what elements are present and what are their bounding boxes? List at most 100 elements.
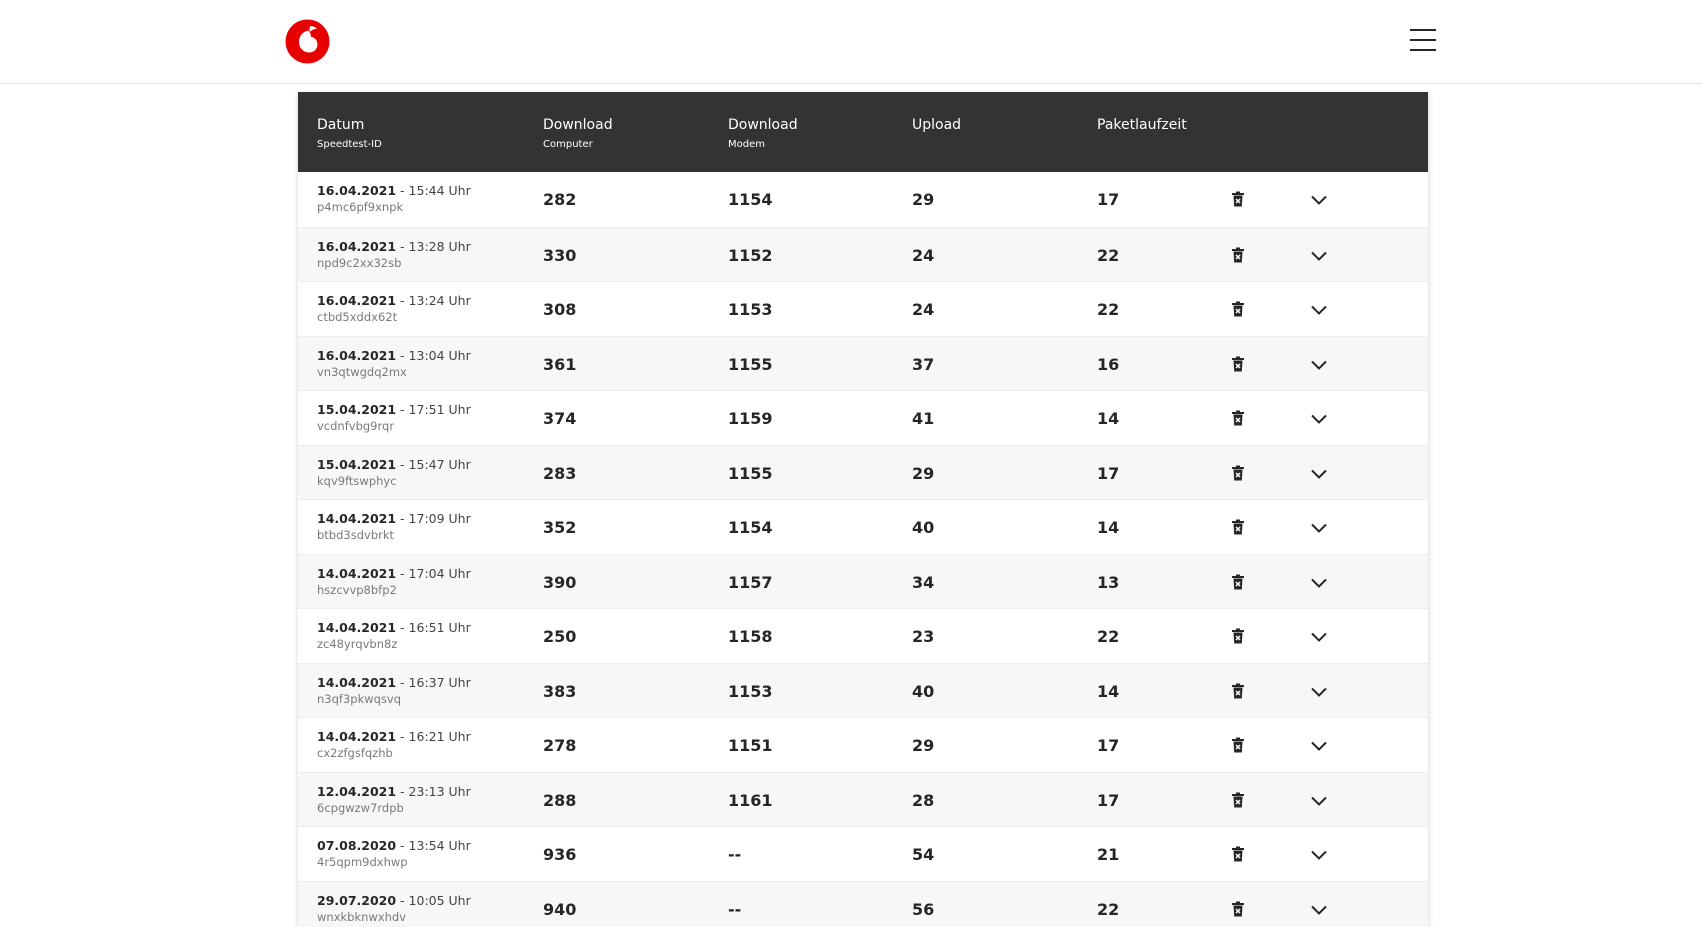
test-time: - 16:51 Uhr bbox=[396, 620, 471, 635]
table-row[interactable]: 14.04.2021 - 17:04 Uhr hszcvvp8bfp2 390 115… bbox=[298, 553, 1428, 608]
table-row[interactable]: 14.04.2021 - 16:51 Uhr zc48yrqvbn8z 250 115… bbox=[298, 608, 1428, 663]
trash-icon[interactable] bbox=[1231, 737, 1245, 753]
chevron-down-icon[interactable] bbox=[1311, 850, 1327, 860]
test-date: 15.04.2021 bbox=[317, 456, 397, 472]
column-subtitle: Modem bbox=[728, 139, 765, 150]
column-title: Paketlaufzeit bbox=[1097, 117, 1187, 133]
table-row[interactable]: 16.04.2021 - 13:24 Uhr ctbd5xddx62t 308 115… bbox=[298, 281, 1428, 336]
download-modem-value: 1155 bbox=[728, 354, 773, 374]
table-row[interactable]: 14.04.2021 - 16:37 Uhr n3qf3pkwqsvq 383 115… bbox=[298, 662, 1428, 717]
table-row[interactable]: 29.07.2020 - 10:05 Uhr wnxkbknwxhdv 940 -- 5… bbox=[298, 880, 1428, 927]
trash-icon[interactable] bbox=[1231, 465, 1245, 481]
date-time: 14.04.2021 - 16:21 Uhr bbox=[317, 728, 471, 745]
vodafone-logo[interactable] bbox=[285, 19, 330, 64]
test-date: 16.04.2021 bbox=[317, 183, 397, 198]
test-time: - 10:05 Uhr bbox=[396, 892, 471, 908]
speedtest-id: cx2zfgsfqzhb bbox=[317, 746, 393, 760]
download-modem-value: 1153 bbox=[728, 300, 773, 319]
upload-value: 28 bbox=[912, 790, 935, 810]
download-modem-value: -- bbox=[728, 899, 742, 919]
table-row[interactable]: 07.08.2020 - 13:54 Uhr 4r5qpm9dxhwp 936 -- 5… bbox=[298, 826, 1428, 881]
table-row[interactable]: 16.04.2021 - 13:04 Uhr vn3qtwgdq2mx 361 115… bbox=[298, 335, 1428, 390]
table-row[interactable]: 16.04.2021 - 15:44 Uhr p4mc6pf9xnpk 282 115… bbox=[298, 172, 1428, 227]
speedtest-id: 6cpgwzw7rdpb bbox=[317, 800, 404, 815]
chevron-down-icon[interactable] bbox=[1311, 414, 1327, 424]
trash-icon[interactable] bbox=[1231, 574, 1245, 590]
chevron-down-icon[interactable] bbox=[1311, 195, 1327, 205]
test-date: 14.04.2021 bbox=[317, 620, 397, 635]
date-cell: 16.04.2021 - 13:28 Uhr npd9c2xx32sb bbox=[317, 238, 471, 272]
chevron-down-icon[interactable] bbox=[1311, 360, 1327, 370]
speedtest-id: n3qf3pkwqsvq bbox=[317, 691, 402, 706]
chevron-down-icon[interactable] bbox=[1311, 905, 1327, 915]
table-row[interactable]: 15.04.2021 - 15:47 Uhr kqv9ftswphyc 283 115… bbox=[298, 444, 1428, 499]
column-header-datum: Datum Speedtest-ID bbox=[317, 116, 382, 151]
chevron-down-icon[interactable] bbox=[1311, 251, 1327, 261]
test-date: 14.04.2021 bbox=[317, 674, 397, 690]
date-time: 16.04.2021 - 13:24 Uhr bbox=[317, 292, 471, 309]
trash-icon[interactable] bbox=[1231, 683, 1245, 699]
test-time: - 13:04 Uhr bbox=[396, 347, 471, 363]
upload-value: 41 bbox=[912, 409, 935, 428]
chevron-down-icon[interactable] bbox=[1311, 523, 1327, 533]
speedtest-results-table: Datum Speedtest-ID Download Computer Dow… bbox=[298, 92, 1428, 927]
date-cell: 12.04.2021 - 23:13 Uhr 6cpgwzw7rdpb bbox=[317, 783, 471, 817]
trash-icon[interactable] bbox=[1231, 356, 1245, 372]
chevron-down-icon[interactable] bbox=[1311, 469, 1327, 479]
date-time: 15.04.2021 - 17:51 Uhr bbox=[317, 401, 471, 418]
trash-icon[interactable] bbox=[1231, 901, 1245, 917]
download-modem-value: 1152 bbox=[728, 245, 773, 265]
upload-value: 34 bbox=[912, 572, 935, 592]
speedtest-id: ctbd5xddx62t bbox=[317, 310, 398, 324]
test-date: 07.08.2020 bbox=[317, 838, 397, 853]
speedtest-id: 4r5qpm9dxhwp bbox=[317, 855, 408, 869]
paketlaufzeit-value: 22 bbox=[1097, 245, 1120, 265]
speedtest-id: btbd3sdvbrkt bbox=[317, 528, 395, 542]
download-computer-value: 330 bbox=[543, 245, 577, 265]
upload-value: 54 bbox=[912, 845, 935, 864]
date-cell: 07.08.2020 - 13:54 Uhr 4r5qpm9dxhwp bbox=[317, 837, 471, 871]
upload-value: 29 bbox=[912, 190, 935, 209]
download-computer-value: 288 bbox=[543, 790, 577, 810]
date-time: 07.08.2020 - 13:54 Uhr bbox=[317, 837, 471, 854]
date-cell: 15.04.2021 - 17:51 Uhr vcdnfvbg9rqr bbox=[317, 401, 471, 435]
table-row[interactable]: 16.04.2021 - 13:28 Uhr npd9c2xx32sb 330 115… bbox=[298, 226, 1428, 281]
test-time: - 17:51 Uhr bbox=[396, 402, 471, 417]
upload-value: 29 bbox=[912, 463, 935, 483]
trash-icon[interactable] bbox=[1231, 410, 1245, 426]
table-row[interactable]: 14.04.2021 - 16:21 Uhr cx2zfgsfqzhb 278 115… bbox=[298, 717, 1428, 772]
chevron-down-icon[interactable] bbox=[1311, 305, 1327, 315]
date-cell: 16.04.2021 - 13:24 Uhr ctbd5xddx62t bbox=[317, 292, 471, 326]
test-date: 16.04.2021 bbox=[317, 238, 397, 254]
test-time: - 17:09 Uhr bbox=[396, 511, 471, 526]
paketlaufzeit-value: 22 bbox=[1097, 899, 1120, 919]
paketlaufzeit-value: 21 bbox=[1097, 845, 1120, 864]
chevron-down-icon[interactable] bbox=[1311, 796, 1327, 806]
hamburger-icon[interactable] bbox=[1410, 29, 1436, 51]
chevron-down-icon[interactable] bbox=[1311, 632, 1327, 642]
test-time: - 13:28 Uhr bbox=[396, 238, 471, 254]
download-computer-value: 352 bbox=[543, 518, 577, 537]
trash-icon[interactable] bbox=[1231, 846, 1245, 862]
date-cell: 16.04.2021 - 13:04 Uhr vn3qtwgdq2mx bbox=[317, 347, 471, 381]
download-computer-value: 361 bbox=[543, 354, 577, 374]
trash-icon[interactable] bbox=[1231, 301, 1245, 317]
speedtest-id: vcdnfvbg9rqr bbox=[317, 419, 395, 433]
chevron-down-icon[interactable] bbox=[1311, 741, 1327, 751]
table-row[interactable]: 12.04.2021 - 23:13 Uhr 6cpgwzw7rdpb 288 116… bbox=[298, 771, 1428, 826]
date-time: 16.04.2021 - 15:44 Uhr bbox=[317, 182, 471, 199]
table-row[interactable]: 14.04.2021 - 17:09 Uhr btbd3sdvbrkt 352 115… bbox=[298, 499, 1428, 554]
trash-icon[interactable] bbox=[1231, 519, 1245, 535]
chevron-down-icon[interactable] bbox=[1311, 687, 1327, 697]
date-time: 15.04.2021 - 15:47 Uhr bbox=[317, 456, 471, 473]
trash-icon[interactable] bbox=[1231, 792, 1245, 808]
table-row[interactable]: 15.04.2021 - 17:51 Uhr vcdnfvbg9rqr 374 115… bbox=[298, 390, 1428, 445]
date-time: 14.04.2021 - 17:04 Uhr bbox=[317, 565, 471, 582]
download-computer-value: 278 bbox=[543, 736, 577, 755]
trash-icon[interactable] bbox=[1231, 191, 1245, 207]
trash-icon[interactable] bbox=[1231, 247, 1245, 263]
date-cell: 14.04.2021 - 16:37 Uhr n3qf3pkwqsvq bbox=[317, 674, 471, 708]
chevron-down-icon[interactable] bbox=[1311, 578, 1327, 588]
test-date: 14.04.2021 bbox=[317, 729, 397, 744]
trash-icon[interactable] bbox=[1231, 628, 1245, 644]
